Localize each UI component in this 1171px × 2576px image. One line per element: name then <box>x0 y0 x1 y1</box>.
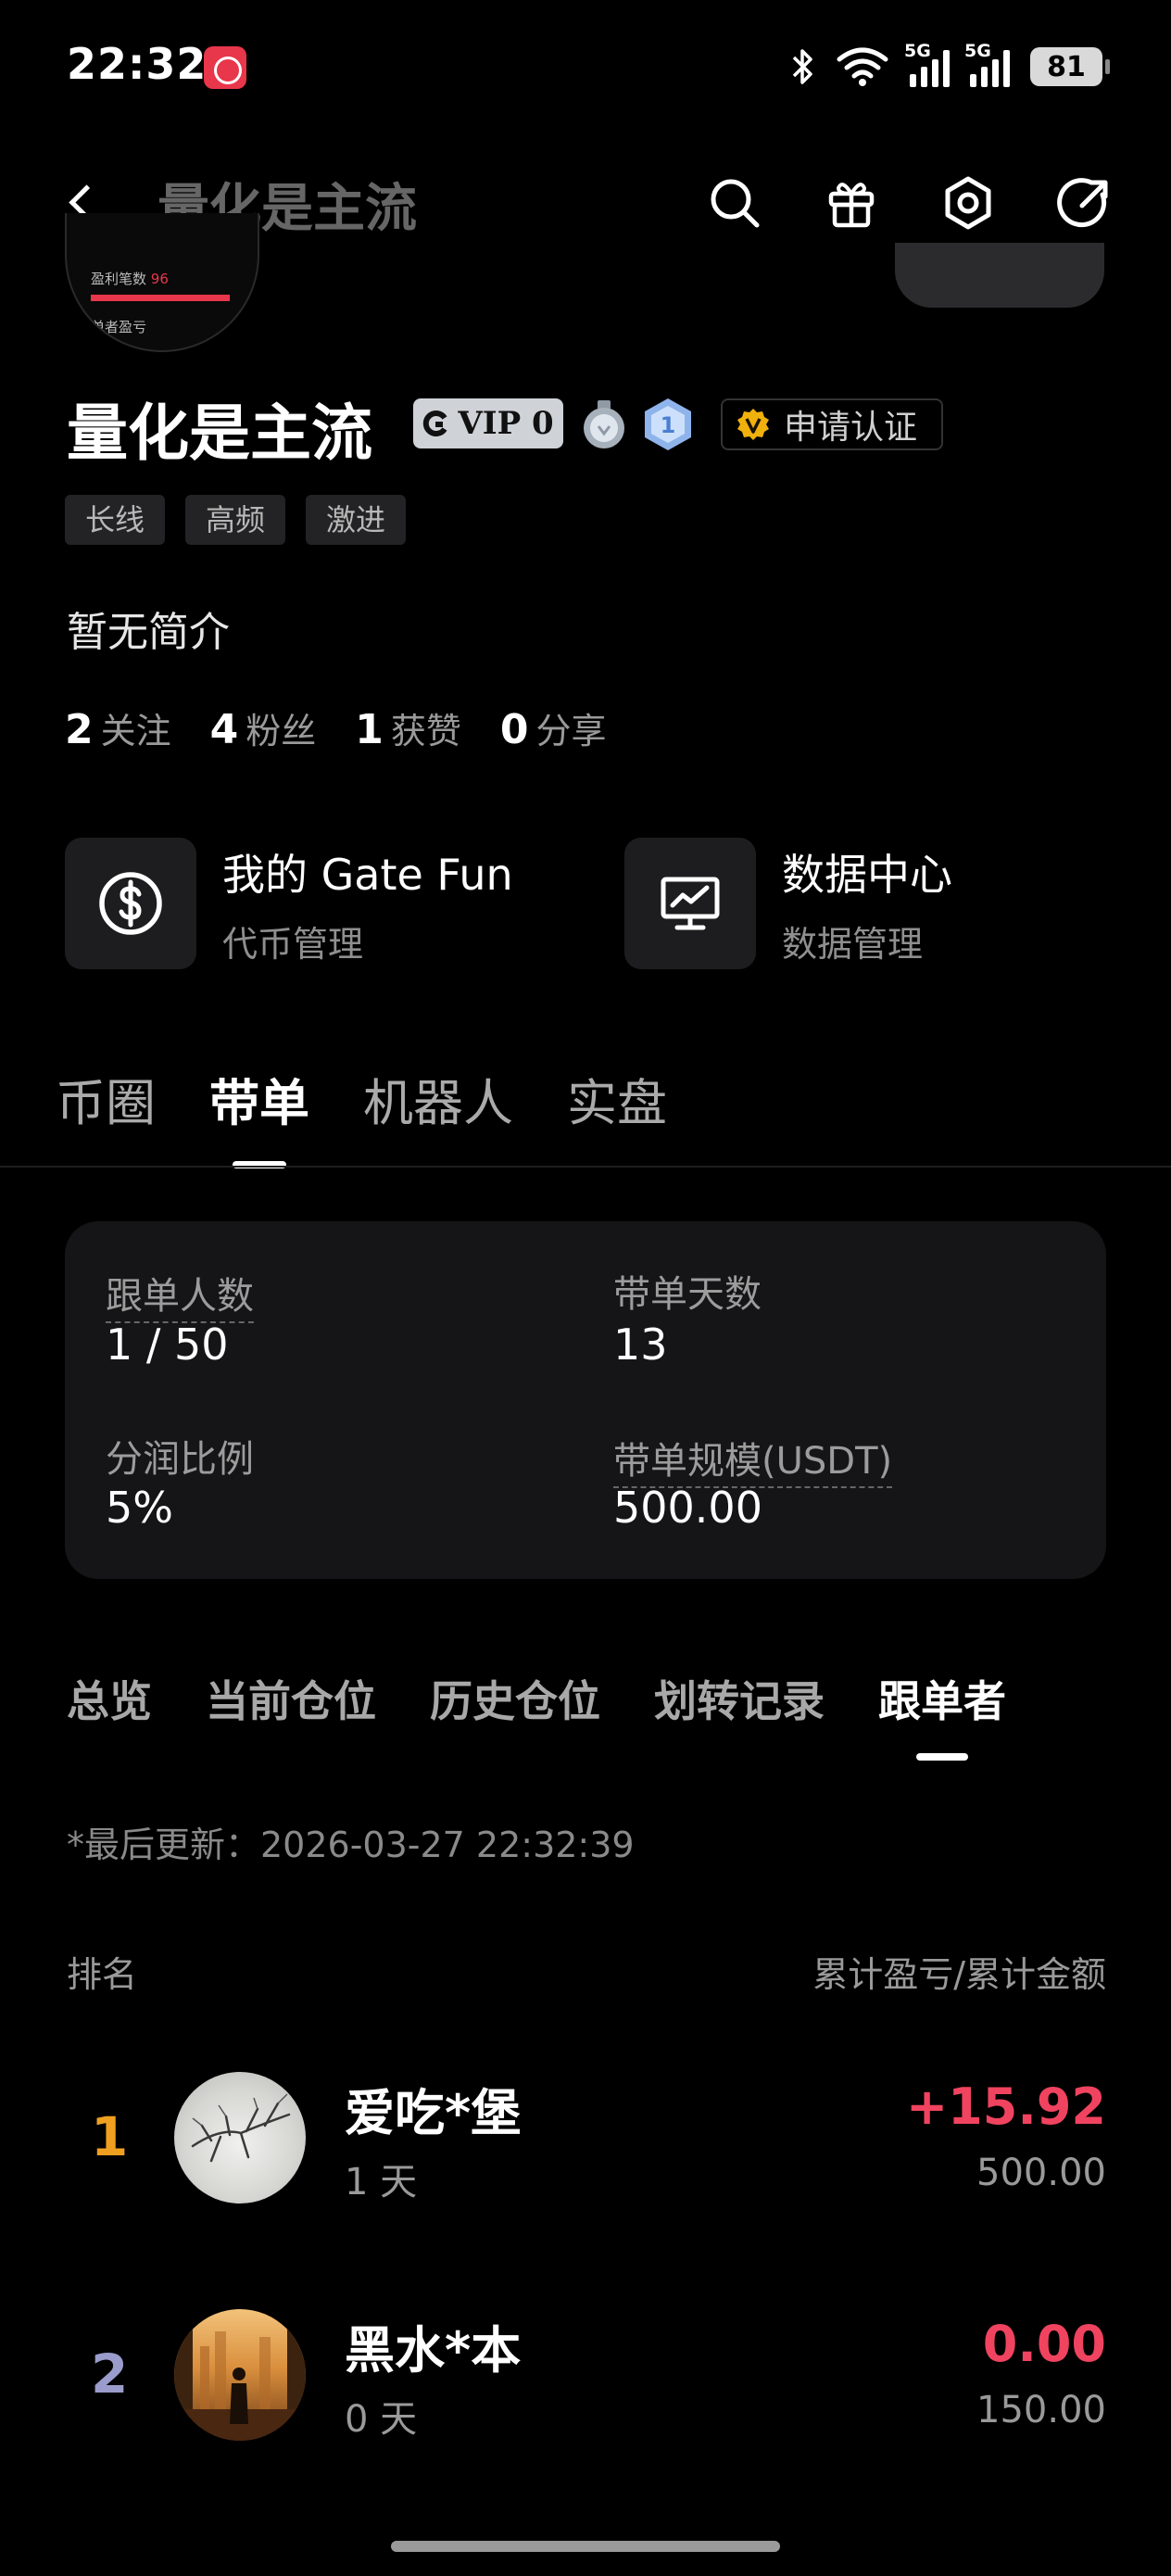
stat-label: 获赞 <box>390 711 461 751</box>
svg-text:1: 1 <box>661 412 676 438</box>
last-updated: *最后更新：2026-03-27 22:32:39 <box>67 1825 635 1865</box>
feature-title: 数据中心 <box>782 849 952 900</box>
column-header-rank: 排名 <box>67 1954 138 1995</box>
copy-trading-summary-card: 跟单人数 1 / 50 带单天数 13 分润比例 5% 带单规模(USDT) 5… <box>65 1221 1106 1579</box>
list-item[interactable]: 1 爱吃*堡 1 天 +15.92 500.00 <box>0 2068 1171 2207</box>
status-time: 22:32 <box>67 39 208 89</box>
dollar-icon <box>65 838 196 969</box>
profile-card-preview[interactable]: 盈利笔数 96 单者盈亏 <box>65 213 259 352</box>
profile-bio: 暂无简介 <box>67 609 230 656</box>
stat-value: 1 <box>355 706 384 753</box>
status-bar: 22:32 5G 5G 81 <box>0 0 1171 139</box>
tab-divider <box>0 1166 1171 1168</box>
vip-label: VIP 0 <box>458 405 554 442</box>
profile-tag: 高频 <box>185 495 286 545</box>
preview-line-1-label: 盈利笔数 <box>91 271 147 287</box>
stat-value: 0 <box>499 706 529 753</box>
tab-followers[interactable]: 跟单者 <box>878 1668 1006 1729</box>
tab-transfer-records[interactable]: 划转记录 <box>654 1668 825 1729</box>
data-center-entry[interactable]: 数据中心 数据管理 <box>624 838 952 969</box>
gift-icon[interactable] <box>823 174 880 232</box>
follower-amount: 150.00 <box>976 2389 1106 2431</box>
stat-fans[interactable]: 4 粉丝 <box>210 702 317 753</box>
wifi-icon <box>837 47 888 86</box>
stat-value: 2 <box>65 706 94 753</box>
apply-verification-button[interactable]: 申请认证 <box>721 398 943 450</box>
avatar <box>174 2072 306 2203</box>
app-notification-icon <box>204 46 246 89</box>
follower-pnl: 0.00 <box>982 2315 1106 2373</box>
followers-label[interactable]: 跟单人数 <box>106 1266 254 1323</box>
preview-line-1: 盈利笔数 96 <box>91 269 169 288</box>
follower-days: 1 天 <box>345 2161 418 2203</box>
signal-icon: 5G <box>904 41 950 87</box>
trading-scale-value: 500.00 <box>613 1483 762 1533</box>
share-icon[interactable] <box>1056 174 1114 232</box>
tab-bots[interactable]: 机器人 <box>363 1062 513 1135</box>
preview-line-2: 单者盈亏 <box>91 319 147 335</box>
monitor-chart-icon <box>624 838 756 969</box>
list-item[interactable]: 2 黑水*本 0 天 0.00 150.00 <box>0 2305 1171 2444</box>
profile-tags: 长线 高频 激进 <box>65 495 407 545</box>
trading-days-label: 带单天数 <box>613 1273 762 1316</box>
signal-icon: 5G <box>964 41 1010 87</box>
tab-crypto-circle[interactable]: 币圈 <box>56 1062 156 1135</box>
verified-v-icon <box>737 409 769 440</box>
profile-name: 量化是主流 <box>67 398 372 469</box>
stat-label: 粉丝 <box>246 711 317 751</box>
feature-subtitle: 代币管理 <box>222 923 364 965</box>
follower-name: 爱吃*堡 <box>345 2084 522 2142</box>
follower-name: 黑水*本 <box>345 2321 522 2380</box>
follower-days: 0 天 <box>345 2398 418 2441</box>
follower-amount: 500.00 <box>976 2152 1106 2194</box>
profit-share-value: 5% <box>106 1483 173 1533</box>
stat-shares[interactable]: 0 分享 <box>500 702 607 753</box>
preview-bar <box>91 295 230 301</box>
stat-likes[interactable]: 1 获赞 <box>355 702 461 753</box>
profile-stats: 2 关注 4 粉丝 1 获赞 0 分享 <box>65 702 607 753</box>
vip-badge[interactable]: VIP 0 <box>413 398 563 448</box>
stat-value: 4 <box>209 706 239 753</box>
battery-icon: 81 <box>1030 47 1110 86</box>
stat-label: 分享 <box>535 711 607 751</box>
apply-verification-label: 申请认证 <box>784 409 918 447</box>
tab-live-trading[interactable]: 实盘 <box>567 1062 667 1135</box>
tab-overview[interactable]: 总览 <box>67 1668 152 1729</box>
trading-days-value: 13 <box>613 1320 668 1370</box>
rank-number: 1 <box>91 2105 129 2168</box>
sub-tabs: 总览 当前仓位 历史仓位 划转记录 跟单者 <box>67 1668 1006 1729</box>
search-icon[interactable] <box>706 174 763 232</box>
main-tabs: 币圈 带单 机器人 实盘 <box>56 1062 667 1135</box>
follower-pnl: +15.92 <box>905 2077 1106 2136</box>
gate-fun-entry[interactable]: 我的 Gate Fun 代币管理 <box>65 838 513 969</box>
profile-tag: 长线 <box>65 495 166 545</box>
tab-history-positions[interactable]: 历史仓位 <box>430 1668 600 1729</box>
stat-following[interactable]: 2 关注 <box>65 702 171 753</box>
signal-type-label: 5G <box>964 41 991 61</box>
stat-label: 关注 <box>100 711 171 751</box>
feature-subtitle: 数据管理 <box>782 923 924 965</box>
home-indicator[interactable] <box>391 2541 780 2552</box>
settings-icon[interactable] <box>939 174 997 232</box>
level-badge-icon[interactable]: 1 <box>641 397 695 452</box>
tab-copy-trading[interactable]: 带单 <box>209 1062 309 1135</box>
profile-tag: 激进 <box>306 495 407 545</box>
bluetooth-icon <box>792 49 812 84</box>
medal-icon[interactable] <box>580 398 628 450</box>
profit-share-label: 分润比例 <box>106 1438 254 1481</box>
status-icons: 5G 5G 81 <box>791 41 1110 93</box>
tab-current-positions[interactable]: 当前仓位 <box>206 1668 376 1729</box>
avatar <box>174 2309 306 2441</box>
edit-profile-button[interactable] <box>895 243 1104 308</box>
preview-line-1-value: 96 <box>150 271 169 287</box>
column-header-pnl-amount: 累计盈亏/累计金额 <box>812 1954 1106 1995</box>
followers-value: 1 / 50 <box>106 1320 229 1370</box>
trading-scale-label[interactable]: 带单规模(USDT) <box>613 1431 893 1488</box>
vip-logo-icon <box>423 410 447 436</box>
signal-type-label: 5G <box>904 41 931 61</box>
rank-number: 2 <box>91 2342 129 2406</box>
battery-level: 81 <box>1047 50 1086 83</box>
feature-title: 我的 Gate Fun <box>222 849 513 900</box>
